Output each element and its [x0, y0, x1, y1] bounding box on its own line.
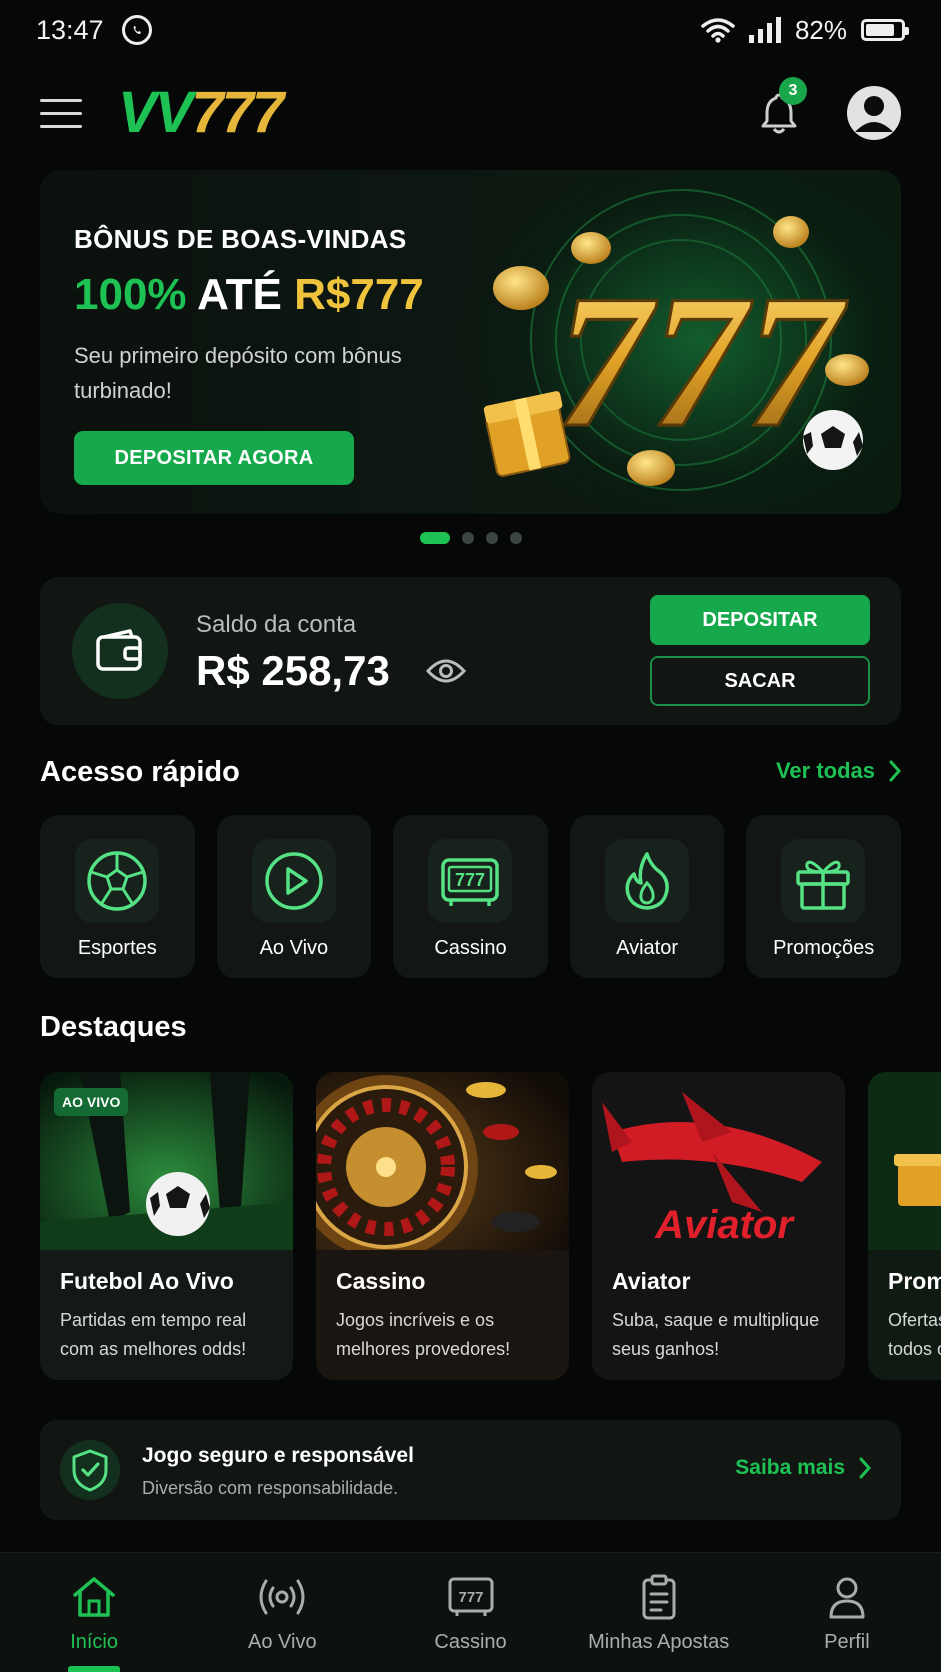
home-icon: [70, 1573, 118, 1621]
nav-label: Início: [70, 1631, 118, 1653]
chevron-right-icon: [859, 1457, 871, 1479]
highlight-title: Cassino: [336, 1268, 426, 1294]
live-badge: AO VIVO: [54, 1088, 129, 1116]
promo-image: [868, 1072, 941, 1250]
eye-icon[interactable]: [426, 657, 466, 685]
quick-item-promocoes[interactable]: Promoções: [746, 815, 901, 978]
highlight-card-promocoes[interactable]: Prom Ofertas todos o: [868, 1072, 941, 1380]
highlights-carousel[interactable]: AO VIVO Futebol Ao Vivo Partidas em temp…: [40, 1072, 941, 1382]
wifi-icon: [701, 18, 735, 43]
carousel-dot[interactable]: [419, 532, 450, 544]
highlight-card-futebol[interactable]: AO VIVO Futebol Ao Vivo Partidas em temp…: [40, 1072, 293, 1380]
nav-label: Perfil: [824, 1631, 870, 1653]
battery-icon: [861, 19, 909, 41]
balance-label: Saldo da conta: [196, 611, 357, 638]
nav-item-ao-vivo[interactable]: Ao Vivo: [188, 1553, 376, 1672]
learn-more-label: Saiba mais: [735, 1456, 845, 1479]
nav-item-inicio[interactable]: Início: [0, 1553, 188, 1672]
carousel-dot[interactable]: [485, 532, 498, 544]
broadcast-icon: [258, 1573, 306, 1621]
deposit-button[interactable]: DEPOSITAR: [650, 595, 870, 645]
active-indicator: [68, 1666, 121, 1672]
carousel-dots[interactable]: [0, 532, 941, 544]
chevron-right-icon: [889, 760, 901, 782]
banner-777-artwork: 777: [483, 189, 869, 491]
svg-text:777: 777: [458, 1589, 483, 1606]
quick-access-title: Acesso rápido: [40, 756, 240, 788]
learn-more-link[interactable]: Saiba mais: [735, 1456, 871, 1480]
carousel-dot[interactable]: [509, 532, 522, 544]
highlights-title: Destaques: [40, 1011, 187, 1043]
quick-item-cassino[interactable]: 777 Cassino: [393, 815, 548, 978]
nav-item-cassino[interactable]: 777 Cassino: [376, 1553, 564, 1672]
whatsapp-icon: [121, 15, 152, 45]
user-icon: [823, 1573, 871, 1621]
shield-icon: [60, 1440, 120, 1500]
notification-badge: 3: [779, 77, 807, 105]
highlight-desc: Jogos incríveis e os melhores provedores…: [336, 1310, 511, 1359]
gift-icon: [781, 839, 866, 923]
quick-item-label: Aviator: [616, 937, 679, 959]
nav-label: Cassino: [434, 1631, 507, 1653]
quick-item-esportes[interactable]: Esportes: [40, 815, 195, 978]
quick-item-label: Ao Vivo: [259, 937, 329, 959]
battery-percent: 82%: [794, 14, 847, 45]
banner-headline: 100% ATÉ R$777: [74, 270, 424, 319]
roulette-image: [316, 1072, 569, 1250]
highlight-title: Aviator: [612, 1268, 691, 1294]
soccer-ball-icon: [75, 839, 159, 923]
app-header: VV777 3: [0, 76, 941, 150]
see-all-label: Ver todas: [775, 758, 875, 783]
balance-card: Saldo da conta R$ 258,73 DEPOSITAR SACAR: [40, 577, 901, 725]
banner-subtitle: Seu primeiro depósito com bônus turbinad…: [74, 343, 402, 403]
bottom-navigation: Início Ao Vivo 777 Cassino Minhas Aposta…: [0, 1552, 941, 1672]
quick-item-ao-vivo[interactable]: Ao Vivo: [216, 815, 372, 978]
flame-icon: [604, 839, 689, 923]
signal-icon: [748, 17, 781, 43]
promo-banner[interactable]: BÔNUS DE BOAS-VINDAS 100% ATÉ R$777 Seu …: [40, 170, 901, 514]
responsible-subtitle: Diversão com responsabilidade.: [142, 1478, 399, 1498]
menu-icon[interactable]: [40, 98, 82, 128]
slot-machine-icon: 777: [428, 839, 513, 923]
notifications-button[interactable]: 3: [755, 77, 807, 137]
quick-item-aviator[interactable]: Aviator: [569, 815, 725, 978]
nav-item-perfil[interactable]: Perfil: [753, 1553, 941, 1672]
see-all-link[interactable]: Ver todas: [776, 758, 901, 784]
play-icon: [251, 839, 336, 923]
responsible-title: Jogo seguro e responsável: [142, 1444, 414, 1467]
carousel-dot[interactable]: [461, 532, 474, 544]
highlight-card-cassino[interactable]: Cassino Jogos incríveis e os melhores pr…: [316, 1072, 569, 1380]
brand-logo[interactable]: VV777: [118, 84, 284, 142]
nav-label: Minhas Apostas: [588, 1631, 730, 1653]
quick-item-label: Esportes: [77, 937, 157, 959]
balance-value: R$ 258,73: [196, 647, 390, 694]
highlight-title: Prom: [888, 1268, 941, 1294]
avatar[interactable]: [847, 86, 901, 140]
status-time: 13:47: [36, 14, 104, 45]
highlight-desc: Ofertas todos o: [888, 1310, 941, 1359]
status-bar: 13:47 82%: [0, 0, 941, 60]
nav-item-minhas-apostas[interactable]: Minhas Apostas: [565, 1553, 753, 1672]
wallet-icon: [72, 603, 168, 699]
svg-text:Aviator: Aviator: [654, 1203, 795, 1247]
highlight-title: Futebol Ao Vivo: [60, 1268, 234, 1294]
withdraw-button[interactable]: SACAR: [650, 656, 870, 706]
highlight-desc: Suba, saque e multiplique seus ganhos!: [612, 1310, 820, 1359]
highlight-card-aviator[interactable]: Aviator Aviator Suba, saque e multipliqu…: [592, 1072, 845, 1380]
responsible-gaming-card[interactable]: Jogo seguro e responsável Diversão com r…: [40, 1420, 901, 1520]
banner-title: BÔNUS DE BOAS-VINDAS: [74, 224, 407, 254]
svg-text:777: 777: [455, 870, 485, 890]
slot-machine-icon: 777: [447, 1573, 495, 1621]
quick-item-label: Promoções: [773, 937, 875, 959]
deposit-now-button[interactable]: DEPOSITAR AGORA: [74, 431, 354, 485]
aviator-image: Aviator: [592, 1072, 845, 1250]
highlight-desc: Partidas em tempo real com as melhores o…: [60, 1310, 247, 1359]
quick-item-label: Cassino: [434, 937, 507, 959]
nav-label: Ao Vivo: [248, 1631, 317, 1653]
clipboard-icon: [635, 1573, 683, 1621]
quick-access-list: Esportes Ao Vivo 777 Cassino Aviator Pro…: [40, 815, 901, 978]
